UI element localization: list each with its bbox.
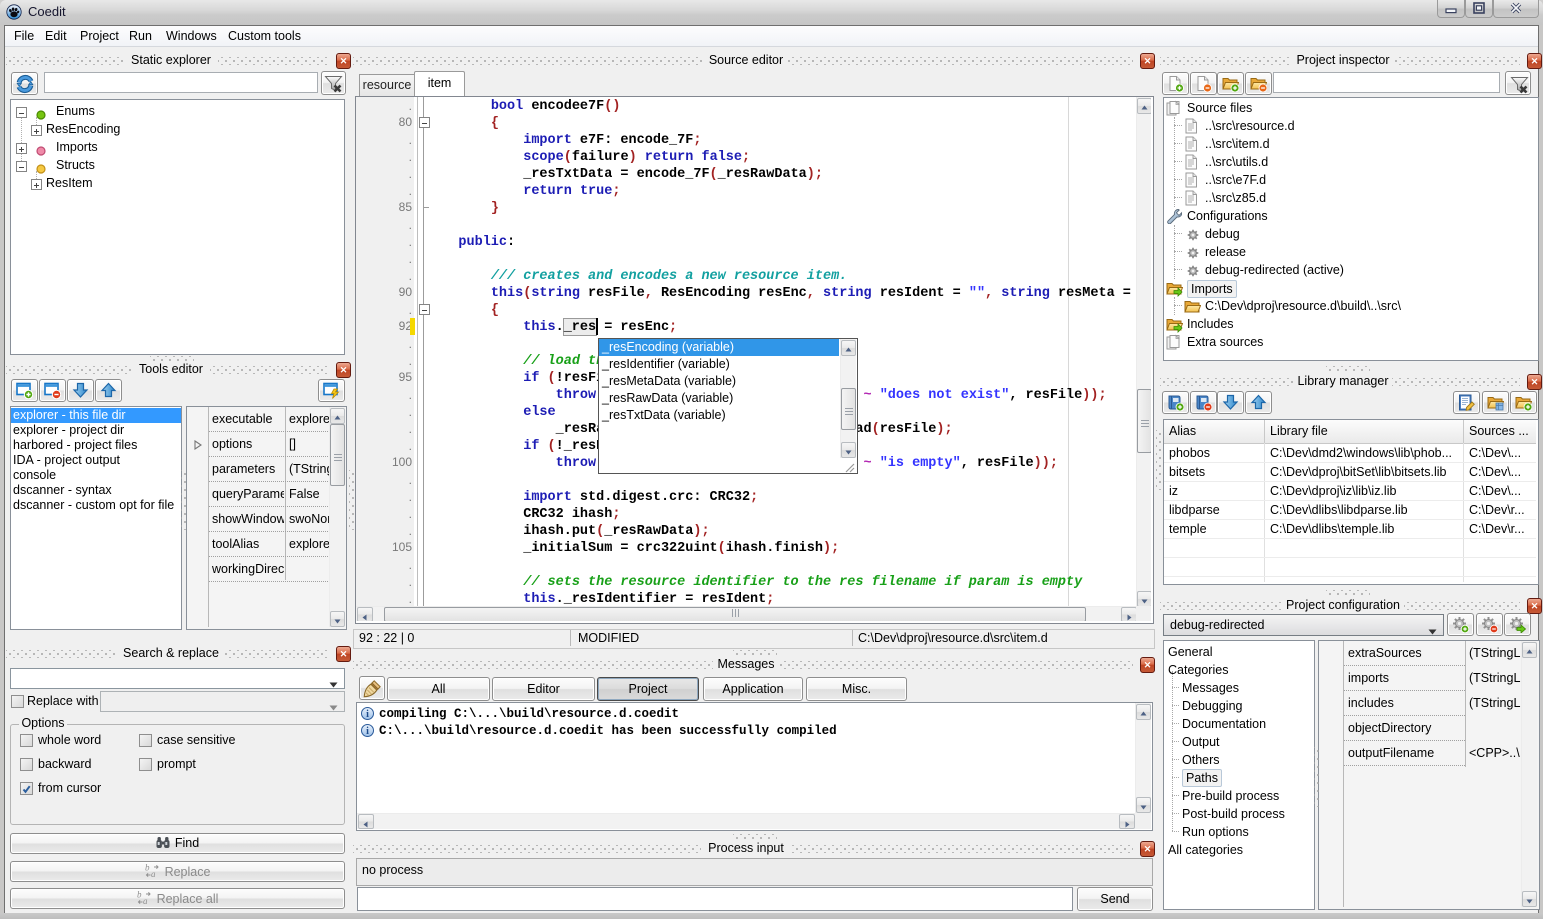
svg-text:b: b (145, 864, 150, 873)
svg-text:b: b (137, 891, 142, 900)
svg-text:i: i (366, 709, 369, 720)
svg-text:i: i (366, 726, 369, 737)
svg-text:a: a (151, 869, 156, 878)
svg-text:a: a (143, 896, 148, 905)
